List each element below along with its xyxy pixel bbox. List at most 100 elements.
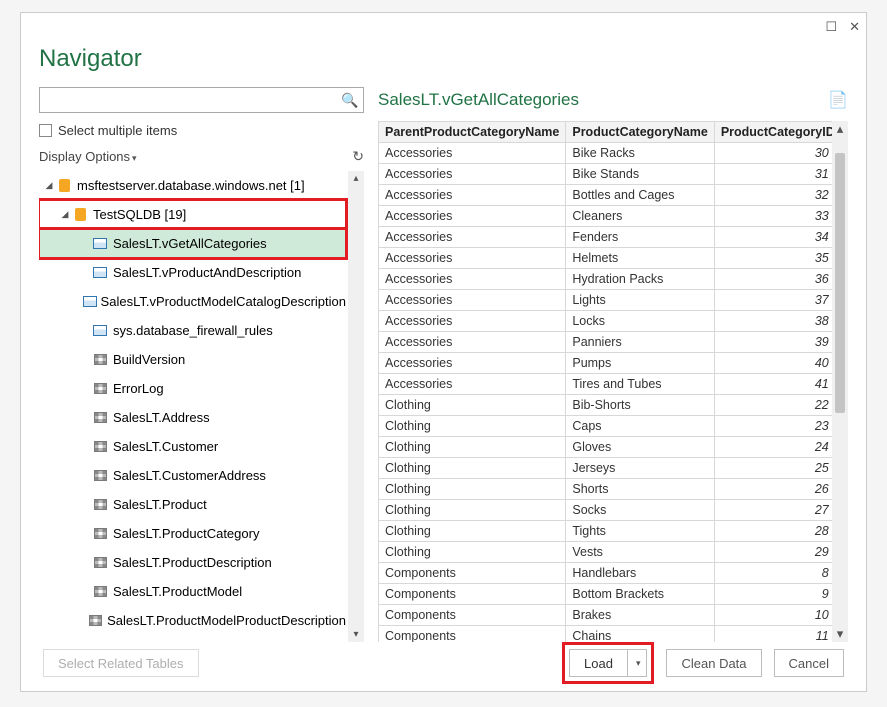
document-icon[interactable]: 📄: [828, 90, 848, 110]
scroll-up-icon[interactable]: ▴: [837, 121, 844, 137]
tree-database[interactable]: ◢TestSQLDB [19]: [39, 200, 346, 229]
table-cell: Clothing: [379, 500, 566, 521]
expander-icon[interactable]: ◢: [59, 209, 71, 220]
table-cell: Clothing: [379, 521, 566, 542]
select-related-button[interactable]: Select Related Tables: [43, 649, 199, 677]
table-row[interactable]: AccessoriesLights37: [379, 290, 842, 311]
tree-server[interactable]: ◢msftestserver.database.windows.net [1]: [39, 171, 346, 200]
table-cell: Helmets: [566, 248, 714, 269]
table-row[interactable]: ComponentsHandlebars8: [379, 563, 842, 584]
table-row[interactable]: ClothingSocks27: [379, 500, 842, 521]
table-row[interactable]: AccessoriesBike Stands31: [379, 164, 842, 185]
table-row[interactable]: AccessoriesCleaners33: [379, 206, 842, 227]
tree-item-table-13[interactable]: SalesLT.ProductModelProductDescription: [39, 606, 346, 635]
search-icon[interactable]: 🔍: [337, 92, 363, 109]
display-options[interactable]: Display Options▾: [39, 149, 137, 164]
tree-item-label: SalesLT.vProductModelCatalogDescription: [101, 294, 346, 309]
table-row[interactable]: ComponentsBrakes10: [379, 605, 842, 626]
table-row[interactable]: AccessoriesBike Racks30: [379, 143, 842, 164]
tree-item-view-1[interactable]: SalesLT.vProductAndDescription: [39, 258, 346, 287]
tree-item-table-11[interactable]: SalesLT.ProductDescription: [39, 548, 346, 577]
tree-scrollbar[interactable]: ▴ ▾: [348, 171, 364, 642]
search-input[interactable]: [40, 88, 337, 112]
tree-item-table-5[interactable]: ErrorLog: [39, 374, 346, 403]
scroll-up-icon[interactable]: ▴: [353, 171, 358, 186]
table-row[interactable]: AccessoriesLocks38: [379, 311, 842, 332]
table-cell: Bike Stands: [566, 164, 714, 185]
table-cell: Socks: [566, 500, 714, 521]
table-row[interactable]: AccessoriesPanniers39: [379, 332, 842, 353]
view-icon: [91, 323, 109, 339]
column-header[interactable]: ProductCategoryID: [714, 122, 841, 143]
table-cell: Accessories: [379, 206, 566, 227]
table-row[interactable]: AccessoriesHydration Packs36: [379, 269, 842, 290]
column-header[interactable]: ParentProductCategoryName: [379, 122, 566, 143]
table-row[interactable]: AccessoriesPumps40: [379, 353, 842, 374]
table-row[interactable]: ClothingShorts26: [379, 479, 842, 500]
grid-scrollbar[interactable]: ▴ ▾: [832, 121, 848, 642]
table-icon: [89, 613, 103, 629]
refresh-icon[interactable]: ↻: [352, 148, 364, 165]
tree-item-view-3[interactable]: sys.database_firewall_rules: [39, 316, 346, 345]
table-cell: 27: [714, 500, 841, 521]
table-cell: Accessories: [379, 290, 566, 311]
scrollbar-thumb[interactable]: [835, 153, 845, 413]
search-box[interactable]: 🔍: [39, 87, 364, 113]
table-cell: Components: [379, 605, 566, 626]
table-cell: Bottom Brackets: [566, 584, 714, 605]
tree-item-table-12[interactable]: SalesLT.ProductModel: [39, 577, 346, 606]
table-cell: Lights: [566, 290, 714, 311]
table-row[interactable]: AccessoriesBottles and Cages32: [379, 185, 842, 206]
column-header[interactable]: ProductCategoryName: [566, 122, 714, 143]
table-cell: 29: [714, 542, 841, 563]
table-row[interactable]: ClothingVests29: [379, 542, 842, 563]
table-row[interactable]: ClothingBib-Shorts22: [379, 395, 842, 416]
tree-item-label: SalesLT.ProductModelProductDescription: [107, 613, 346, 628]
load-dropdown-button[interactable]: ▾: [628, 649, 648, 677]
table-cell: Panniers: [566, 332, 714, 353]
table-row[interactable]: AccessoriesTires and Tubes41: [379, 374, 842, 395]
tree-item-view-0[interactable]: SalesLT.vGetAllCategories: [39, 229, 346, 258]
expander-icon[interactable]: ◢: [43, 180, 55, 191]
maximize-icon[interactable]: ☐: [825, 19, 837, 35]
table-cell: 36: [714, 269, 841, 290]
tree-item-table-9[interactable]: SalesLT.Product: [39, 490, 346, 519]
table-icon: [91, 352, 109, 368]
table-row[interactable]: ClothingJerseys25: [379, 458, 842, 479]
tree-item-table-10[interactable]: SalesLT.ProductCategory: [39, 519, 346, 548]
table-cell: Fenders: [566, 227, 714, 248]
table-cell: Shorts: [566, 479, 714, 500]
tree-item-table-6[interactable]: SalesLT.Address: [39, 403, 346, 432]
table-cell: 24: [714, 437, 841, 458]
table-row[interactable]: ClothingGloves24: [379, 437, 842, 458]
table-icon: [91, 468, 109, 484]
tree-item-view-2[interactable]: SalesLT.vProductModelCatalogDescription: [39, 287, 346, 316]
table-cell: 30: [714, 143, 841, 164]
table-row[interactable]: ComponentsBottom Brackets9: [379, 584, 842, 605]
table-cell: 25: [714, 458, 841, 479]
tree-item-table-7[interactable]: SalesLT.Customer: [39, 432, 346, 461]
tree-item-table-4[interactable]: BuildVersion: [39, 345, 346, 374]
table-cell: 10: [714, 605, 841, 626]
table-cell: Cleaners: [566, 206, 714, 227]
tree-item-label: SalesLT.vProductAndDescription: [113, 265, 301, 280]
cancel-button[interactable]: Cancel: [774, 649, 844, 677]
table-row[interactable]: ClothingCaps23: [379, 416, 842, 437]
table-cell: Bottles and Cages: [566, 185, 714, 206]
checkbox-icon[interactable]: [39, 124, 52, 137]
load-highlight: Load ▾: [562, 642, 654, 684]
select-multiple-row[interactable]: Select multiple items: [39, 123, 364, 138]
tree-item-label: BuildVersion: [113, 352, 185, 367]
close-icon[interactable]: ✕: [849, 19, 860, 35]
table-row[interactable]: AccessoriesHelmets35: [379, 248, 842, 269]
load-button[interactable]: Load: [569, 649, 628, 677]
table-cell: Accessories: [379, 164, 566, 185]
table-cell: 37: [714, 290, 841, 311]
table-cell: Accessories: [379, 374, 566, 395]
table-row[interactable]: ClothingTights28: [379, 521, 842, 542]
table-icon: [91, 439, 109, 455]
tree-item-label: SalesLT.ProductModel: [113, 584, 242, 599]
tree-item-table-8[interactable]: SalesLT.CustomerAddress: [39, 461, 346, 490]
table-row[interactable]: AccessoriesFenders34: [379, 227, 842, 248]
clean-data-button[interactable]: Clean Data: [666, 649, 761, 677]
